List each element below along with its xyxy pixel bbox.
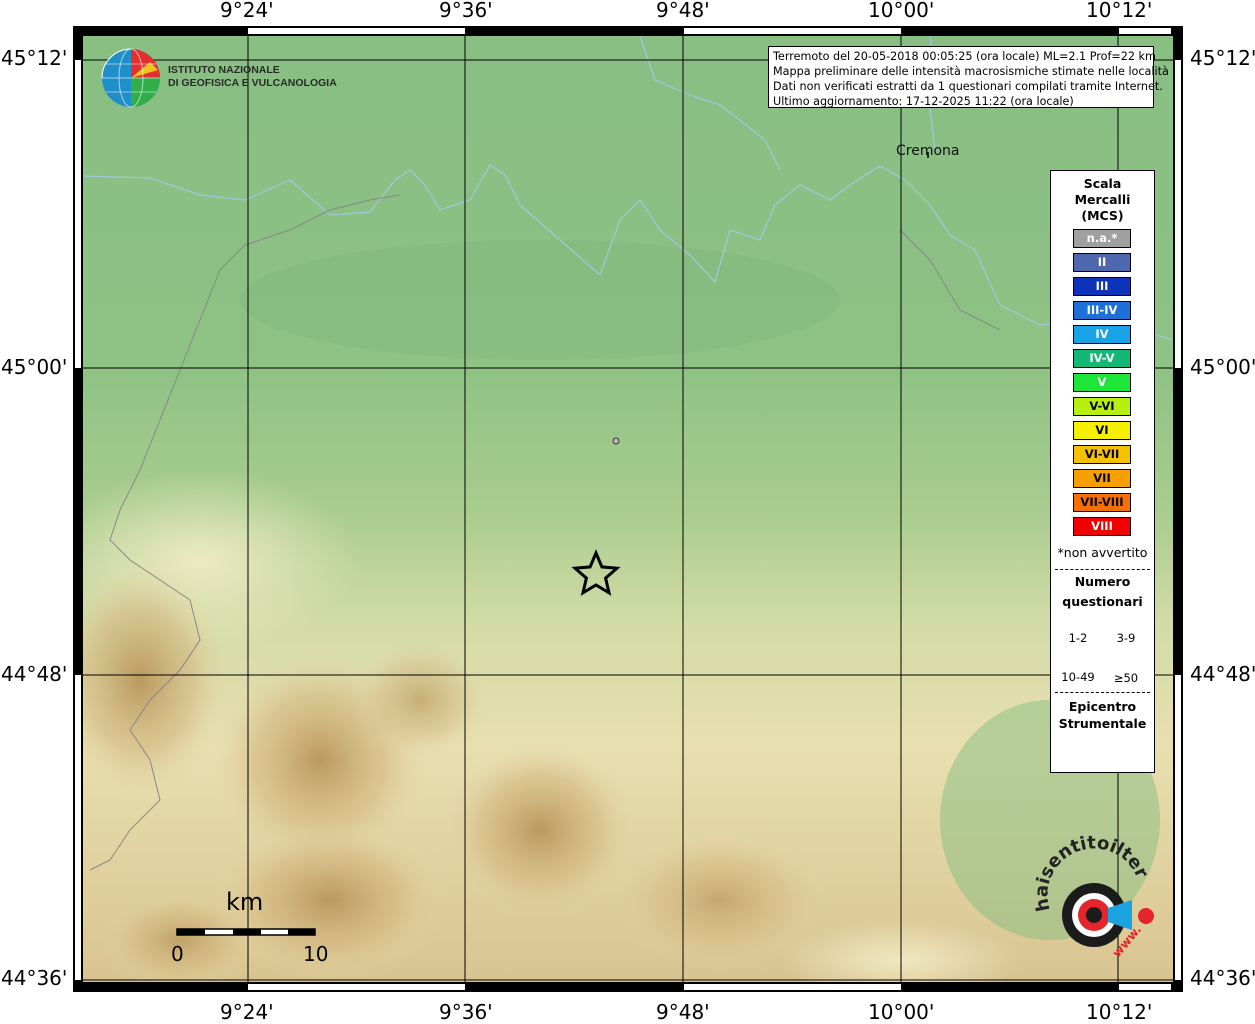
intensity-chip: VI: [1073, 421, 1131, 440]
intensity-chip: III-IV: [1073, 301, 1131, 320]
left-tick-3: 44°48': [1, 662, 68, 686]
right-tick-4: 44°36': [1190, 966, 1255, 990]
top-tick-3: 9°48': [656, 0, 710, 22]
bottom-tick-5: 10°12': [1086, 1000, 1153, 1024]
bottom-tick-4: 10°00': [868, 1000, 935, 1024]
intensity-chip: VIII: [1073, 517, 1131, 536]
top-tick-2: 9°36': [439, 0, 493, 22]
scale-unit: km: [226, 888, 264, 916]
event-info-line1: Terremoto del 20-05-2018 00:05:25 (ora l…: [773, 50, 1156, 63]
intensity-chip: n.a.*: [1073, 229, 1131, 248]
terrain: [83, 36, 1173, 982]
legend-title-2: Mercalli: [1074, 192, 1131, 207]
size-label-1: 1-2: [1068, 631, 1088, 645]
epicenter-title-1: Epicentro: [1068, 699, 1137, 714]
intensity-chip: V-VI: [1073, 397, 1131, 416]
legend-title-1: Scala: [1083, 176, 1122, 191]
top-tick-5: 10°12': [1086, 0, 1153, 22]
not-felt-note: *non avvertito: [1057, 545, 1148, 560]
size-label-4: ≥50: [1113, 671, 1139, 685]
intensity-chip: VI-VII: [1073, 445, 1131, 464]
ingv-logo-icon: [101, 48, 160, 108]
legend-separator: [1055, 692, 1150, 693]
size-label-2: 3-9: [1116, 631, 1136, 645]
left-tick-1: 45°12': [1, 46, 68, 70]
org-name: ISTITUTO NAZIONALE DI GEOFISICA E VULCAN…: [168, 64, 337, 90]
right-tick-1: 45°12': [1190, 46, 1255, 70]
event-info-line3: Dati non verificati estratti da 1 questi…: [773, 80, 1163, 93]
intensity-chip: VII-VIII: [1073, 493, 1131, 512]
event-info-line2: Mappa preliminare delle intensità macros…: [773, 65, 1169, 78]
org-name-line2: DI GEOFISICA E VULCANOLOGIA: [168, 77, 337, 89]
questionnaire-point[interactable]: [612, 437, 620, 445]
left-tick-2: 45°00': [1, 355, 68, 379]
intensity-chip: IV: [1073, 325, 1131, 344]
bottom-tick-2: 9°36': [439, 1000, 493, 1024]
intensity-chip: V: [1073, 373, 1131, 392]
count-title-2: questionari: [1062, 594, 1143, 609]
bottom-tick-3: 9°48': [656, 1000, 710, 1024]
org-name-line1: ISTITUTO NAZIONALE: [168, 64, 280, 76]
intensity-chip: IV-V: [1073, 349, 1131, 368]
right-tick-2: 45°00': [1190, 355, 1255, 379]
left-tick-4: 44°36': [1, 966, 68, 990]
legend-separator: [1055, 569, 1150, 570]
event-info-line4: Ultimo aggiornamento: 17-12-2025 11:22 (…: [773, 95, 1074, 108]
scale-bar: [176, 928, 316, 936]
epicenter-title-2: Strumentale: [1058, 716, 1147, 731]
right-tick-3: 44°48': [1190, 662, 1255, 686]
legend-title-3: (MCS): [1081, 208, 1124, 223]
size-label-3: 10-49: [1061, 670, 1095, 684]
event-info-box: Terremoto del 20-05-2018 00:05:25 (ora l…: [768, 46, 1169, 108]
top-tick-1: 9°24': [220, 0, 274, 22]
city-label: Cremona: [896, 143, 960, 159]
bottom-tick-1: 9°24': [220, 1000, 274, 1024]
legend-title: Scala Mercalli (MCS): [1051, 176, 1154, 224]
top-tick-4: 10°00': [868, 0, 935, 22]
scale-start: 0: [171, 942, 184, 966]
legend-panel: Scala Mercalli (MCS) n.a.* II III III-IV IV I…: [1050, 170, 1155, 773]
count-title-1: Numero: [1074, 574, 1131, 589]
scale-end: 10: [303, 942, 329, 966]
intensity-chip: II: [1073, 253, 1131, 272]
intensity-chip: III: [1073, 277, 1131, 296]
intensity-chip: VII: [1073, 469, 1131, 488]
